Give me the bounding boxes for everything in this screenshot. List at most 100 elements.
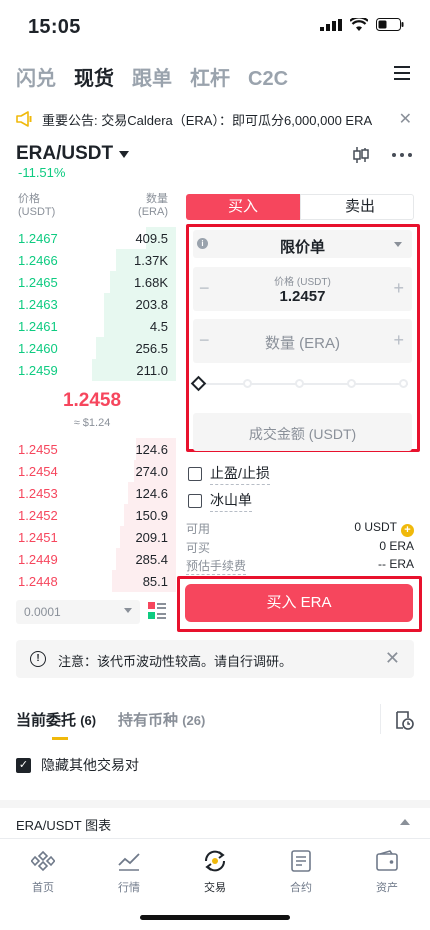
orderbook-bid-row[interactable]: 1.2465 1.68K	[0, 271, 176, 293]
price-header-unit: (USDT)	[18, 206, 56, 218]
depth-value: 0.0001	[24, 605, 61, 619]
available-value: 0 USDT +	[354, 520, 414, 537]
last-price: 1.2458	[62, 390, 122, 411]
chart-section-label[interactable]: ERA/USDT 图表	[16, 815, 111, 834]
bid-qty: 203.8	[135, 297, 168, 312]
tab-holdings[interactable]: 持有币种 (26)	[118, 709, 205, 730]
buy-tab[interactable]: 买入	[186, 194, 312, 220]
signal-icon	[320, 18, 342, 31]
orderbook-ask-row[interactable]: 1.2449 285.4	[0, 548, 176, 570]
nav-assets[interactable]: 资产	[344, 839, 430, 908]
caret-down-icon	[394, 242, 402, 247]
ask-price: 1.2454	[18, 464, 58, 479]
buy-button[interactable]: 买入 ERA	[185, 584, 413, 622]
iceberg-option[interactable]: 冰山单	[188, 490, 252, 512]
ask-price: 1.2453	[18, 486, 58, 501]
bid-price: 1.2467	[18, 231, 58, 246]
tab-c2c[interactable]: C2C	[248, 68, 288, 91]
close-icon[interactable]: ✕	[399, 109, 412, 129]
ask-qty: 209.1	[135, 530, 168, 545]
nav-markets[interactable]: 行情	[86, 839, 172, 908]
qty-header-unit: (ERA)	[138, 206, 168, 218]
orderbook-ask-row[interactable]: 1.2452 150.9	[0, 504, 176, 526]
available-amount: 0 USDT	[354, 520, 397, 534]
orderbook-view-icon[interactable]	[148, 602, 166, 620]
tab-copy-trading[interactable]: 跟单	[132, 62, 172, 91]
tp-sl-option[interactable]: 止盈/止损	[188, 463, 270, 485]
nav-trade-label: 交易	[204, 882, 226, 894]
candlestick-icon[interactable]	[352, 146, 370, 164]
nav-trade[interactable]: 交易	[172, 839, 258, 908]
bid-qty: 1.37K	[134, 253, 168, 268]
order-history-icon[interactable]	[394, 710, 414, 730]
more-icon[interactable]	[392, 153, 412, 157]
bid-qty: 409.5	[135, 231, 168, 246]
orderbook-bid-row[interactable]: 1.2460 256.5	[0, 337, 176, 359]
divider	[380, 704, 381, 734]
ask-qty: 150.9	[135, 508, 168, 523]
fee-label: 预估手续费	[186, 559, 247, 575]
slider-step[interactable]	[347, 379, 356, 388]
orderbook-ask-row[interactable]: 1.2448 85.1	[0, 570, 176, 592]
open-orders-count: (6)	[80, 713, 97, 728]
top-nav: 闪兑 现货 跟单 杠杆 C2C	[16, 62, 288, 91]
orderbook-bid-row[interactable]: 1.2466 1.37K	[0, 249, 176, 271]
futures-icon	[291, 850, 311, 872]
caret-down-icon	[119, 150, 130, 158]
iceberg-checkbox[interactable]	[188, 494, 202, 508]
sell-tab[interactable]: 卖出	[300, 194, 414, 220]
orderbook-ask-row[interactable]: 1.2451 209.1	[0, 526, 176, 548]
home-indicator	[140, 915, 290, 920]
orderbook-ask-row[interactable]: 1.2454 274.0	[0, 460, 176, 482]
active-tab-indicator	[52, 737, 68, 740]
home-icon	[31, 850, 55, 872]
plus-icon[interactable]: +	[393, 278, 404, 299]
orderbook-bid-row[interactable]: 1.2467 409.5	[0, 227, 176, 249]
nav-home[interactable]: 首页	[0, 839, 86, 908]
pair-actions	[352, 146, 412, 164]
hide-other-pairs[interactable]: ✓ 隐藏其他交易对	[16, 755, 139, 775]
tab-open-orders[interactable]: 当前委托 (6)	[16, 709, 96, 730]
available-row: 可用 0 USDT +	[186, 520, 414, 537]
amount-slider[interactable]	[190, 375, 412, 392]
bid-price: 1.2465	[18, 275, 58, 290]
order-type-select[interactable]: i 限价单	[193, 230, 412, 258]
slider-step[interactable]	[295, 379, 304, 388]
quantity-input[interactable]: − 数量 (ERA) +	[193, 319, 412, 363]
bid-qty: 211.0	[136, 363, 168, 378]
caret-up-icon[interactable]	[400, 819, 410, 825]
orderbook-ask-row[interactable]: 1.2455 124.6	[0, 438, 176, 460]
total-input[interactable]: 成交金额 (USDT)	[193, 413, 412, 451]
chart-line-icon	[118, 853, 140, 871]
bid-price: 1.2460	[18, 341, 58, 356]
slider-step[interactable]	[243, 379, 252, 388]
slider-handle[interactable]	[190, 375, 207, 392]
price-input[interactable]: − 价格 (USDT) 1.2457 +	[193, 267, 412, 311]
checkbox-checked[interactable]: ✓	[16, 757, 31, 773]
bid-price: 1.2461	[18, 319, 58, 334]
pair-selector[interactable]: ERA/USDT	[16, 143, 130, 165]
price-value: 1.2457	[279, 288, 326, 305]
orderbook-ask-row[interactable]: 1.2453 124.6	[0, 482, 176, 504]
depth-select[interactable]: 0.0001	[16, 600, 140, 624]
open-orders-label: 当前委托	[16, 712, 77, 729]
plus-icon[interactable]: +	[393, 330, 404, 351]
nav-futures[interactable]: 合约	[258, 839, 344, 908]
orderbook-bid-row[interactable]: 1.2461 4.5	[0, 315, 176, 337]
add-funds-icon[interactable]: +	[401, 524, 414, 537]
nav-markets-label: 行情	[118, 882, 140, 894]
volatility-notice: ! 注意：该代币波动性较高。请自行调研。 ✕	[16, 640, 414, 678]
ask-qty: 124.6	[135, 486, 168, 501]
tab-convert[interactable]: 闪兑	[16, 62, 56, 91]
wifi-icon	[350, 18, 368, 31]
tab-margin[interactable]: 杠杆	[190, 62, 230, 91]
slider-step[interactable]	[399, 379, 408, 388]
menu-icon[interactable]	[394, 66, 410, 80]
tab-spot[interactable]: 现货	[74, 62, 114, 91]
can-buy-value: 0 ERA	[379, 539, 414, 553]
orderbook-bid-row[interactable]: 1.2463 203.8	[0, 293, 176, 315]
announcement-bar[interactable]: 重要公告: 交易Caldera（ERA）：即可瓜分6,000,000 ERA..…	[0, 103, 430, 135]
tp-sl-checkbox[interactable]	[188, 467, 202, 481]
orderbook-bid-row[interactable]: 1.2459 211.0	[0, 359, 176, 381]
close-icon[interactable]: ✕	[385, 648, 400, 669]
